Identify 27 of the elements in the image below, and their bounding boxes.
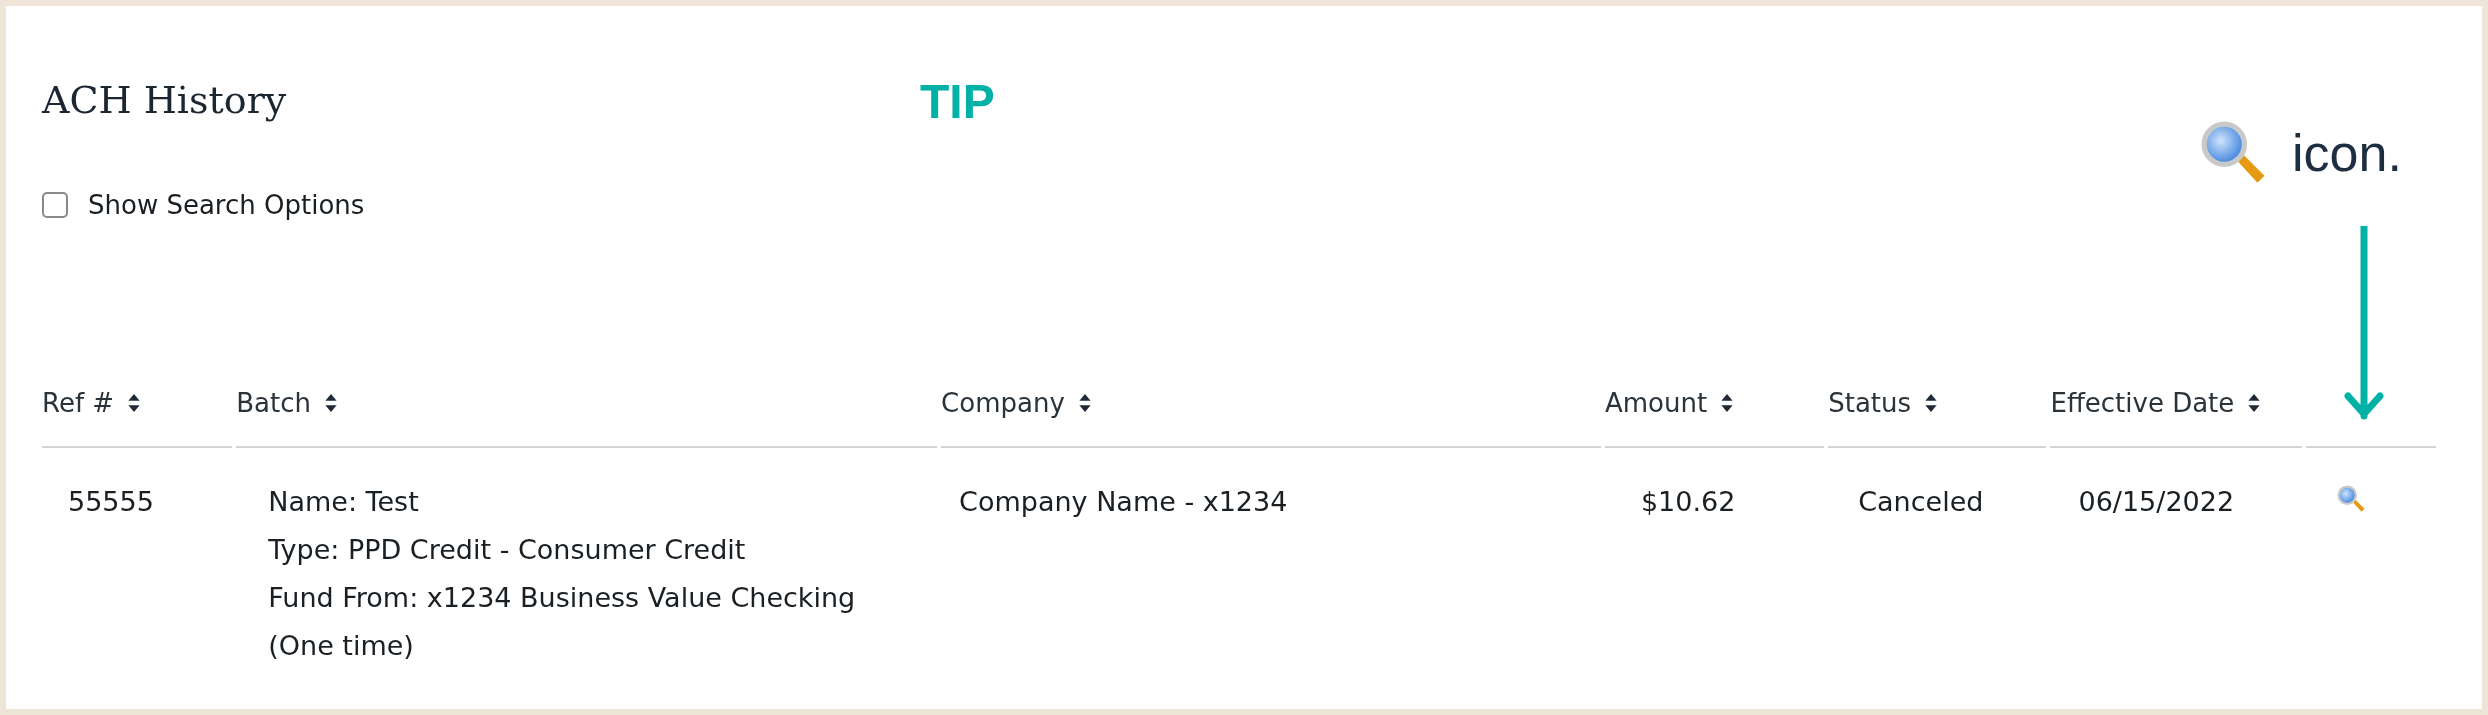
batch-line: (One time) — [268, 629, 415, 663]
table-cell: 55555 — [68, 486, 154, 517]
sort-icon[interactable] — [325, 394, 337, 412]
sort-icon[interactable] — [128, 394, 141, 412]
table-cell: Company Name - x1234 — [959, 486, 1288, 517]
page-title: ACH History — [42, 77, 287, 124]
tip-label: TIP — [920, 76, 995, 128]
checkbox-label[interactable]: Show Search Options — [88, 188, 365, 222]
column-header[interactable]: Effective Date — [2050, 388, 2235, 418]
column-header[interactable]: Company — [941, 388, 1065, 418]
batch-line: Fund From: x1234 Business Value Checking — [268, 581, 857, 615]
column-header[interactable]: Batch — [236, 388, 311, 418]
table-cell: 06/15/2022 — [2078, 486, 2235, 517]
column-header[interactable]: Amount — [1604, 388, 1708, 418]
search-icon[interactable] — [2335, 484, 2366, 514]
column-header[interactable]: Status — [1828, 388, 1912, 418]
table-cell: Canceled — [1858, 486, 1984, 517]
batch-line: Type: PPD Credit - Consumer Credit — [268, 533, 747, 567]
callout-text: icon. — [2292, 123, 2402, 183]
checkbox[interactable] — [42, 192, 68, 218]
sort-icon[interactable] — [1925, 394, 1938, 412]
table-cell: $10.62 — [1640, 486, 1736, 517]
sort-icon[interactable] — [1721, 394, 1734, 412]
batch-line: Name: Test — [268, 485, 420, 519]
column-header[interactable]: Ref # — [42, 388, 115, 418]
sort-icon[interactable] — [1078, 394, 1091, 412]
sort-icon[interactable] — [2248, 394, 2261, 412]
